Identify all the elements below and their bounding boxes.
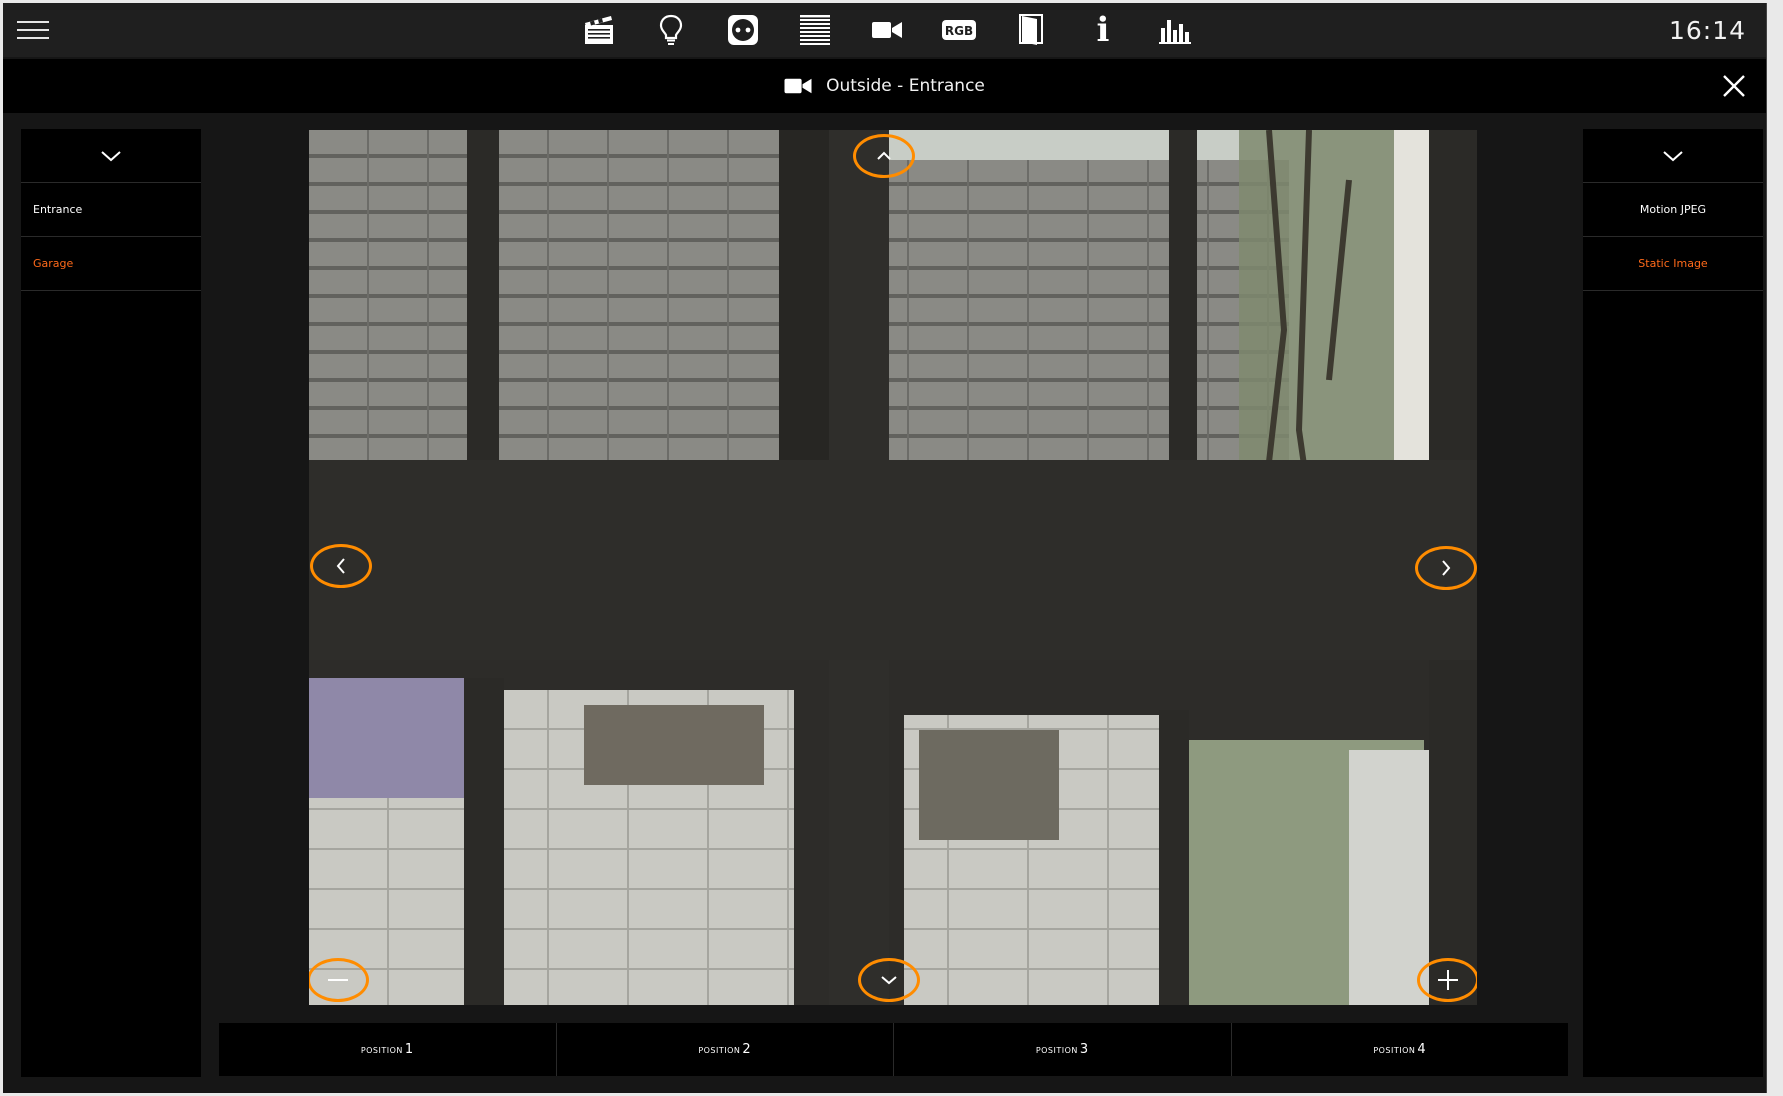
stream-mode-collapse[interactable] — [1583, 129, 1763, 183]
rgb-label: RGB — [945, 24, 973, 38]
blinds-icon[interactable] — [779, 3, 851, 57]
chevron-down-icon — [1663, 150, 1683, 161]
position-number: 3 — [1079, 1042, 1089, 1057]
camera-image — [309, 130, 1477, 1005]
position-word: Position — [1035, 1043, 1078, 1056]
rgb-icon[interactable]: RGB — [923, 3, 995, 57]
socket-icon[interactable] — [707, 3, 779, 57]
chevron-down-icon — [881, 976, 897, 985]
position-number: 2 — [742, 1042, 752, 1057]
ptz-left-button[interactable] — [310, 544, 372, 588]
clock: 16:14 — [1668, 16, 1746, 45]
ptz-right-button[interactable] — [1415, 546, 1477, 590]
camera-list-collapse[interactable] — [21, 129, 201, 183]
position-number: 4 — [1417, 1042, 1427, 1057]
camera-icon[interactable] — [851, 3, 923, 57]
zoom-in-button[interactable] — [1417, 958, 1477, 1002]
info-icon[interactable]: i — [1067, 3, 1139, 57]
camera-item-garage[interactable]: Garage — [21, 237, 201, 291]
minus-icon — [328, 979, 348, 981]
stream-mode-motion-jpeg[interactable]: Motion JPEG — [1583, 183, 1763, 237]
chevron-right-icon — [1442, 560, 1451, 576]
position-number: 1 — [404, 1042, 414, 1057]
stream-mode-panel: Motion JPEG Static Image — [1583, 129, 1763, 1077]
camera-list-panel: Entrance Garage — [21, 129, 201, 1077]
camera-feed — [309, 130, 1477, 1005]
position-word: Position — [360, 1043, 403, 1056]
position-word: Position — [698, 1043, 741, 1056]
scenes-clapperboard-icon[interactable] — [563, 3, 635, 57]
plus-icon — [1438, 970, 1458, 990]
position-word: Position — [1373, 1043, 1416, 1056]
position-1-button[interactable]: Position 1 — [219, 1023, 557, 1076]
page-title: Outside - Entrance — [826, 76, 985, 96]
lightbulb-icon[interactable] — [635, 3, 707, 57]
position-4-button[interactable]: Position 4 — [1232, 1023, 1569, 1076]
position-presets: Position 1 Position 2 Position 3 Positio… — [219, 1023, 1568, 1076]
position-2-button[interactable]: Position 2 — [557, 1023, 894, 1076]
chevron-left-icon — [336, 558, 345, 574]
chevron-up-icon — [877, 151, 891, 160]
hamburger-menu-icon[interactable] — [17, 17, 51, 43]
app-window: RGB i 16:14 Outside - Entrance Entrance … — [3, 3, 1767, 1093]
title-bar: Outside - Entrance — [3, 59, 1766, 113]
door-icon[interactable] — [995, 3, 1067, 57]
chevron-down-icon — [101, 150, 121, 161]
camera-title-icon — [784, 78, 812, 94]
close-icon[interactable] — [1720, 72, 1748, 100]
category-icons: RGB i — [563, 3, 1211, 57]
info-label: i — [1096, 10, 1110, 50]
ptz-up-button[interactable] — [853, 134, 915, 178]
position-3-button[interactable]: Position 3 — [894, 1023, 1232, 1076]
camera-item-entrance[interactable]: Entrance — [21, 183, 201, 237]
zoom-out-button[interactable] — [309, 958, 369, 1002]
stream-mode-static-image[interactable]: Static Image — [1583, 237, 1763, 291]
ptz-down-button[interactable] — [858, 958, 920, 1002]
top-bar: RGB i 16:14 — [3, 3, 1766, 57]
energy-chart-icon[interactable] — [1139, 3, 1211, 57]
